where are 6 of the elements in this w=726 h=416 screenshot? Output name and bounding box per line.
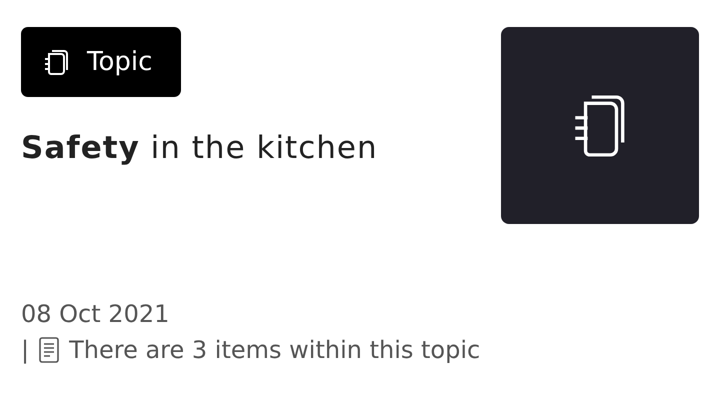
topic-badge: Topic [21,27,181,97]
separator: | [21,335,30,366]
item-count-text: There are 3 items within this topic [69,335,480,366]
document-icon [39,337,60,363]
topic-title: Safety in the kitchen [21,129,378,168]
date-text: 08 Oct 2021 [21,299,170,330]
